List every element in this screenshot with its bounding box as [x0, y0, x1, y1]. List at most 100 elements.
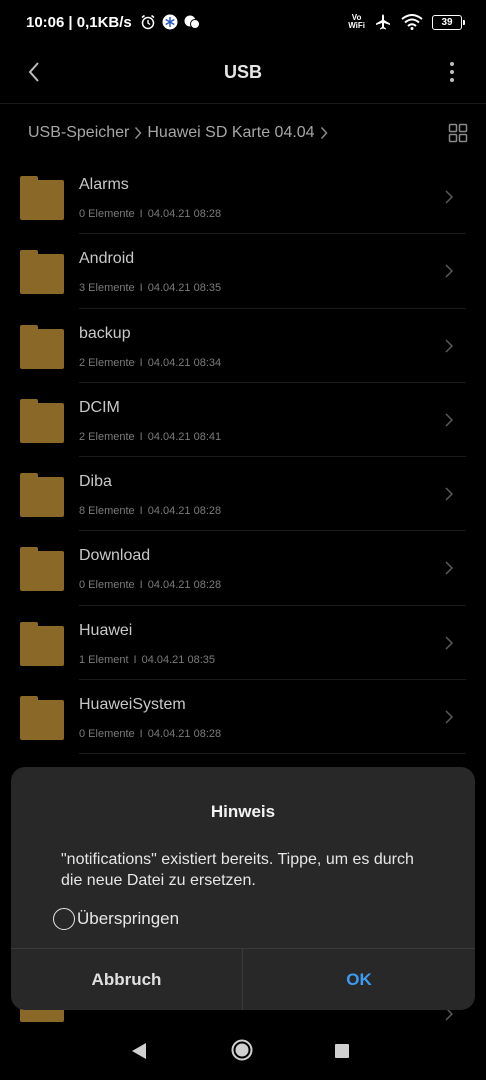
- folder-row[interactable]: Diba 8 Elemente I 04.04.21 08:28: [0, 457, 486, 532]
- modified-date: 04.04.21 08:28: [147, 728, 222, 741]
- folder-name: Alarms: [79, 176, 129, 193]
- folder-row[interactable]: Android 3 Elemente I 04.04.21 08:35: [0, 234, 486, 309]
- folder-icon: [20, 621, 64, 666]
- folder-row[interactable]: Alarms 0 Elemente I 04.04.21 08:28: [0, 160, 486, 235]
- dialog-title: Hinweis: [210, 802, 276, 821]
- grid-view-icon[interactable]: [448, 123, 468, 143]
- status-bar: 10:06 | 0,1KB/s Vo WiFi 39: [0, 0, 486, 44]
- page-title: USB: [223, 61, 262, 82]
- folder-row[interactable]: Download 0 Elemente I 04.04.21 08:28: [0, 531, 486, 606]
- back-button[interactable]: [20, 58, 48, 86]
- folder-meta: 2 Elemente I 04.04.21 08:34: [79, 357, 221, 369]
- skip-label: Überspringen: [77, 909, 180, 928]
- meta-separator: I: [133, 653, 137, 666]
- chevron-right-icon: [135, 126, 142, 140]
- folder-meta: 0 Elemente I 04.04.21 08:28: [79, 579, 221, 591]
- chat-app-icon: [184, 15, 200, 29]
- meta-separator: I: [139, 282, 143, 295]
- replace-file-dialog: Hinweis "notifications" existiert bereit…: [11, 767, 475, 1010]
- folder-name: backup: [79, 324, 131, 342]
- item-count: 0 Elemente: [79, 208, 135, 220]
- folder-icon: [20, 250, 64, 295]
- back-arrow-icon: [28, 62, 39, 82]
- item-count: 2 Elemente: [79, 356, 135, 369]
- nav-home-icon[interactable]: [231, 1039, 253, 1061]
- folder-meta: 0 Elemente I 04.04.21 08:28: [79, 728, 221, 740]
- modified-date: 04.04.21 08:34: [147, 356, 222, 369]
- folder-icon: [20, 324, 64, 369]
- folder-name: HuaweiSystem: [79, 696, 186, 714]
- nav-back-icon[interactable]: [131, 1042, 147, 1060]
- item-count: 1 Element: [79, 653, 129, 666]
- vowifi-indicator: Vo WiFi: [348, 13, 365, 30]
- folder-name: Diba: [79, 473, 112, 491]
- folder-icon: [20, 398, 64, 443]
- breadcrumb: USB-Speicher Huawei SD Karte 04.04: [0, 114, 486, 152]
- network-speed: | 0,1KB/s: [68, 13, 132, 31]
- ok-button[interactable]: OK: [243, 949, 475, 1010]
- meta-separator: I: [139, 579, 143, 592]
- meta-separator: I: [139, 505, 143, 518]
- modified-date: 04.04.21 08:28: [147, 208, 222, 220]
- breadcrumb-item-usb-storage[interactable]: USB-Speicher: [28, 124, 129, 142]
- modified-date: 04.04.21 08:28: [147, 579, 222, 592]
- dialog-message: "notifications" existiert bereits. Tippe…: [61, 851, 414, 889]
- modified-date: 04.04.21 08:35: [141, 653, 215, 666]
- cancel-button[interactable]: Abbruch: [11, 949, 242, 1010]
- modified-date: 04.04.21 08:41: [147, 430, 222, 443]
- chevron-right-icon: [320, 126, 328, 140]
- meta-separator: I: [139, 356, 143, 369]
- folder-icon: [20, 176, 64, 220]
- airplane-mode-icon: [376, 14, 390, 30]
- item-count: 2 Elemente: [79, 430, 135, 443]
- more-options-button[interactable]: [438, 58, 466, 86]
- folder-name: Download: [79, 547, 151, 565]
- app-header: USB: [0, 44, 486, 100]
- folder-icon: [20, 547, 64, 592]
- item-count: 8 Elemente: [79, 505, 135, 518]
- item-count: 0 Elemente: [79, 728, 135, 741]
- modified-date: 04.04.21 08:28: [147, 505, 222, 518]
- radio-circle-icon[interactable]: [53, 908, 75, 930]
- battery-indicator: 39: [432, 14, 465, 30]
- status-time: 10:06: [26, 13, 65, 31]
- folder-row[interactable]: DCIM 2 Elemente I 04.04.21 08:41: [0, 383, 486, 458]
- folder-row[interactable]: HuaweiSystem 0 Elemente I 04.04.21 08:28: [0, 680, 486, 755]
- alarm-icon: [141, 14, 155, 30]
- folder-meta: 8 Elemente I 04.04.21 08:28: [79, 505, 221, 517]
- skip-checkbox[interactable]: Überspringen: [53, 908, 179, 930]
- folder-icon: [20, 473, 64, 518]
- folder-name: DCIM: [79, 398, 120, 416]
- chevron-right-icon: [445, 190, 454, 204]
- chevron-right-icon: [445, 710, 454, 724]
- wifi-icon: [401, 14, 423, 30]
- snowflake-app-icon: [162, 14, 178, 30]
- folder-name: Android: [79, 250, 135, 268]
- meta-separator: I: [139, 728, 143, 741]
- system-navigation-bar: [0, 1022, 486, 1080]
- row-divider: [79, 753, 466, 755]
- chevron-right-icon: [445, 487, 454, 501]
- folder-name: Huawei: [79, 621, 133, 639]
- more-vertical-icon: [450, 62, 454, 82]
- chevron-right-icon: [445, 561, 454, 576]
- chevron-right-icon: [445, 264, 454, 278]
- nav-recents-icon[interactable]: [335, 1044, 349, 1058]
- chevron-right-icon: [445, 636, 454, 650]
- folder-meta: 2 Elemente I 04.04.21 08:41: [79, 431, 221, 443]
- folder-meta: 3 Elemente I 04.04.21 08:35: [79, 282, 221, 294]
- chevron-right-icon: [445, 339, 454, 353]
- folder-row[interactable]: backup 2 Elemente I 04.04.21 08:34: [0, 309, 486, 383]
- file-list: Alarms 0 Elemente I 04.04.21 08:28 Android 3 …: [0, 160, 486, 755]
- folder-row[interactable]: Huawei 1 Element I 04.04.21 08:35: [0, 606, 486, 681]
- header-divider: [0, 103, 486, 104]
- meta-separator: I: [139, 430, 143, 443]
- modified-date: 04.04.21 08:35: [147, 282, 222, 295]
- item-count: 0 Elemente: [79, 579, 135, 592]
- folder-icon: [20, 696, 64, 741]
- folder-meta: 0 Elemente I 04.04.21 08:28: [79, 208, 221, 220]
- breadcrumb-item-sd-card[interactable]: Huawei SD Karte 04.04: [147, 124, 314, 142]
- chevron-right-icon: [445, 413, 454, 427]
- item-count: 3 Elemente: [79, 282, 135, 295]
- folder-meta: 1 Element I 04.04.21 08:35: [79, 654, 215, 666]
